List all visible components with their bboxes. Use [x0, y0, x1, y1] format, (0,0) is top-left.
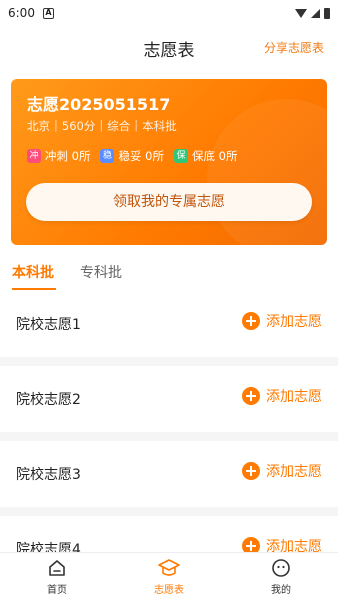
list-item: 院校志愿2 添加志愿	[0, 366, 338, 432]
wen-tag-icon: 稳	[100, 149, 115, 163]
count-chong-label: 冲刺 0所	[45, 149, 91, 163]
plus-circle-icon	[242, 462, 260, 480]
add-choice-label: 添加志愿	[266, 464, 322, 480]
battery-icon	[324, 7, 330, 19]
nav-plan-label: 志愿表	[154, 585, 184, 596]
add-choice-label: 添加志愿	[266, 314, 322, 330]
batch-tabs: 本科批 专科批	[0, 256, 338, 296]
info-subject: 综合	[107, 119, 131, 133]
list-item: 院校志愿1 添加志愿	[0, 291, 338, 357]
nav-me[interactable]: 我的	[251, 557, 311, 596]
divider: |	[54, 118, 58, 132]
plan-info: 北京 | 560分 | 综合 | 本科批	[27, 118, 177, 134]
home-icon	[27, 557, 87, 579]
bottom-nav: 首页 志愿表 我的	[0, 552, 338, 600]
graduation-cap-icon	[139, 557, 199, 579]
tab-vocational[interactable]: 专科批	[80, 262, 122, 282]
add-choice-button[interactable]: 添加志愿	[242, 386, 322, 406]
get-plan-button[interactable]: 领取我的专属志愿	[26, 183, 312, 221]
plan-title: 志愿2025051517	[27, 95, 171, 114]
item-label: 院校志愿1	[16, 317, 81, 333]
info-batch: 本科批	[142, 119, 177, 133]
plus-circle-icon	[242, 312, 260, 330]
plus-circle-icon	[242, 387, 260, 405]
info-region: 北京	[27, 119, 50, 133]
chong-tag-icon: 冲	[27, 149, 41, 163]
wifi-icon	[295, 8, 307, 18]
nav-home-label: 首页	[47, 585, 67, 596]
nav-home[interactable]: 首页	[27, 557, 87, 596]
info-score: 560分	[61, 119, 96, 133]
count-wen: 稳 稳妥 0所	[100, 148, 164, 164]
count-wen-label: 稳妥 0所	[118, 149, 164, 163]
status-bar: 6:00 A	[0, 0, 338, 26]
signal-icon	[311, 8, 320, 18]
item-label: 院校志愿2	[16, 392, 81, 408]
status-time: 6:00	[8, 6, 35, 20]
active-tab-indicator	[12, 288, 56, 290]
tab-undergraduate[interactable]: 本科批	[12, 262, 54, 282]
card-decoration	[207, 99, 327, 245]
divider: |	[99, 118, 104, 132]
plan-counts: 冲 冲刺 0所 稳 稳妥 0所 保 保底 0所	[27, 148, 237, 164]
profile-face-icon	[251, 557, 311, 579]
bao-tag-icon: 保	[173, 149, 188, 163]
item-label: 院校志愿3	[16, 467, 81, 483]
notification-icon: A	[42, 7, 54, 19]
nav-plan[interactable]: 志愿表	[139, 557, 199, 596]
count-bao: 保 保底 0所	[173, 148, 238, 164]
status-indicators	[295, 7, 330, 19]
nav-me-label: 我的	[271, 585, 291, 596]
plan-card: 志愿2025051517 北京 | 560分 | 综合 | 本科批 冲 冲刺 0…	[11, 79, 327, 245]
share-button[interactable]: 分享志愿表	[264, 39, 324, 56]
header: 志愿表 分享志愿表	[0, 26, 338, 66]
count-chong: 冲 冲刺 0所	[27, 148, 90, 164]
count-bao-label: 保底 0所	[191, 149, 238, 163]
add-choice-button[interactable]: 添加志愿	[242, 461, 322, 481]
divider: |	[134, 118, 139, 132]
list-item: 院校志愿3 添加志愿	[0, 441, 338, 507]
add-choice-button[interactable]: 添加志愿	[242, 311, 322, 331]
add-choice-label: 添加志愿	[266, 389, 322, 405]
